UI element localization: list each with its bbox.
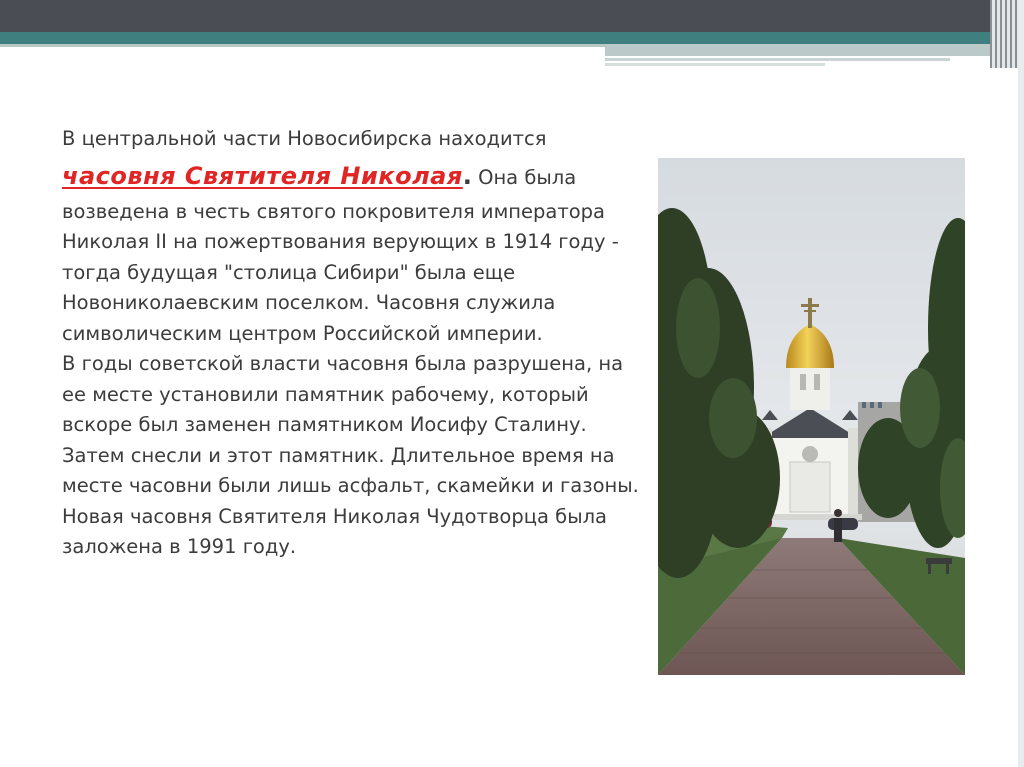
header-right-line xyxy=(605,58,950,61)
chapel-name-link[interactable]: часовня Святителя Николая xyxy=(62,162,463,190)
paragraph-2: В годы советской власти часовня была раз… xyxy=(62,352,639,558)
intro-text: В центральной части Новосибирска находит… xyxy=(62,127,547,150)
period: . xyxy=(462,161,472,190)
header-teal-bar xyxy=(0,32,1024,44)
header-dark-bar xyxy=(0,0,1024,32)
chapel-photo xyxy=(658,158,965,675)
right-edge-strip xyxy=(1018,0,1024,767)
slide: В центральной части Новосибирска находит… xyxy=(0,0,1024,767)
header-right-line-short xyxy=(605,63,825,66)
header-accent-line xyxy=(0,44,605,47)
header-right-bar xyxy=(605,44,1024,56)
chapel-illustration xyxy=(658,158,965,675)
paragraph-1-text: Она была возведена в честь святого покро… xyxy=(62,165,619,345)
body-text: В центральной части Новосибирска находит… xyxy=(62,124,642,563)
paragraph-1: В центральной части Новосибирска находит… xyxy=(62,124,642,349)
